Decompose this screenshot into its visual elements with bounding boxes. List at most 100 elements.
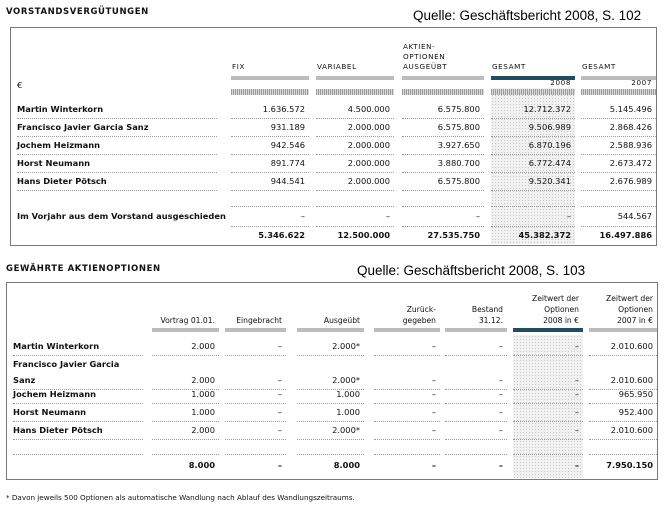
table-cell: 942.546	[270, 140, 305, 150]
row-separator	[491, 154, 575, 155]
row-separator	[225, 403, 286, 404]
table-cell: 6.575.800	[437, 176, 480, 186]
table-cell: 12.712.372	[523, 104, 571, 114]
row-separator	[402, 172, 484, 173]
table-cell: 6.575.800	[437, 122, 480, 132]
row-separator	[225, 439, 286, 440]
table-cell: –	[277, 341, 282, 351]
row-separator	[445, 421, 507, 422]
row-separator	[152, 454, 219, 455]
column-header-line: GESAMT	[492, 62, 526, 71]
header-bar	[402, 76, 484, 80]
column-header-line: Optionen	[618, 305, 653, 314]
column-header-line: 2008 in €	[543, 316, 579, 325]
row-separator	[231, 206, 309, 207]
table-cell: 6.575.800	[437, 104, 480, 114]
table-cell: –	[277, 389, 282, 399]
table-cell: 931.189	[270, 122, 305, 132]
compensation-table: FIX VARIABEL AKTIEN- OPTIONEN AUSGEÜBT GESAMT…	[10, 27, 657, 246]
row-name: Martin Winterkorn	[17, 104, 104, 114]
table-cell: 9.520.341	[528, 176, 571, 186]
row-separator	[374, 421, 440, 422]
row-separator	[13, 355, 143, 356]
row-separator	[513, 439, 583, 440]
row-separator	[316, 206, 394, 207]
row-separator	[402, 118, 484, 119]
column-header-line: 2007 in €	[617, 316, 653, 325]
column-header-year: 2008	[550, 78, 571, 87]
table-cell: 4.500.000	[347, 104, 390, 114]
row-separator	[316, 190, 394, 191]
table-cell: 2.000	[191, 341, 215, 351]
table-cell: 1.000	[336, 389, 360, 399]
column-header-line: GESAMT	[582, 62, 616, 71]
header-bar	[316, 76, 394, 80]
footnote: * Davon jeweils 500 Optionen als automat…	[6, 493, 355, 502]
table-cell: 1.000	[336, 407, 360, 417]
table-cell: 2.000	[191, 375, 215, 385]
row-separator	[231, 190, 309, 191]
row-separator	[581, 172, 656, 173]
table-cell: 2.000*	[332, 425, 360, 435]
table-cell: –	[574, 375, 579, 385]
row-separator	[152, 355, 219, 356]
row-separator	[231, 118, 309, 119]
table-cell: 544.567	[617, 211, 652, 221]
table1-source: Quelle: Geschäftsbericht 2008, S. 102	[413, 8, 642, 23]
row-separator	[297, 355, 364, 356]
table-cell: –	[431, 407, 436, 417]
table-cell: –	[498, 341, 503, 351]
table-cell: 6.772.474	[528, 158, 571, 168]
row-separator	[231, 136, 309, 137]
table-cell: 3.880.700	[437, 158, 480, 168]
table2-source: Quelle: Geschäftsbericht 2008, S. 103	[357, 263, 586, 278]
row-separator	[491, 206, 575, 207]
total-cell: 45.382.372	[518, 230, 572, 240]
total-cell: –	[498, 460, 503, 470]
table-cell: 891.774	[270, 158, 305, 168]
row-separator	[316, 118, 394, 119]
row-separator	[231, 154, 309, 155]
table-cell: –	[431, 341, 436, 351]
row-separator	[297, 403, 364, 404]
table-cell: 9.506.989	[528, 122, 571, 132]
row-separator	[297, 421, 364, 422]
row-separator	[581, 190, 656, 191]
row-separator	[589, 439, 657, 440]
table-cell: –	[277, 425, 282, 435]
row-separator	[17, 172, 217, 173]
column-header-line: Zurück-	[406, 305, 436, 314]
row-separator	[589, 454, 657, 455]
row-separator	[581, 118, 656, 119]
column-header-line: Bestand	[471, 305, 503, 314]
table-cell: –	[574, 407, 579, 417]
total-cell: 8.000	[188, 460, 215, 470]
table-cell: 952.400	[618, 407, 653, 417]
table-cell: 2.588.936	[609, 140, 652, 150]
table-cell: 2.000.000	[347, 122, 390, 132]
row-separator	[402, 190, 484, 191]
hatch-strip	[316, 89, 394, 95]
row-separator	[374, 355, 440, 356]
row-separator	[402, 136, 484, 137]
row-separator	[402, 226, 484, 227]
row-separator	[13, 421, 143, 422]
hatch-strip	[581, 89, 656, 95]
row-separator	[17, 136, 217, 137]
row-separator	[225, 355, 286, 356]
header-bar	[231, 76, 309, 80]
table1-title: VORSTANDSVERGÜTUNGEN	[6, 7, 149, 17]
row-separator	[316, 226, 394, 227]
table-cell: 3.927.650	[437, 140, 480, 150]
table-cell: –	[574, 425, 579, 435]
table-cell: 2.000*	[332, 341, 360, 351]
table-cell: –	[498, 375, 503, 385]
column-header-line: FIX	[232, 62, 245, 71]
row-separator	[297, 439, 364, 440]
hatch-strip	[491, 89, 575, 95]
header-bar	[225, 328, 286, 332]
header-bar	[297, 328, 364, 332]
column-header-line: Optionen	[544, 305, 579, 314]
row-separator	[402, 154, 484, 155]
row-separator	[581, 206, 656, 207]
